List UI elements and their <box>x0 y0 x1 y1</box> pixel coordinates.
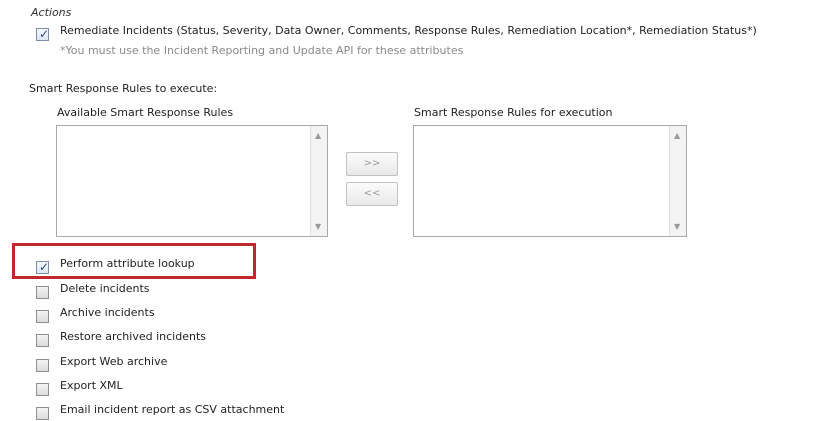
remediate-incidents-note: *You must use the Incident Reporting and… <box>60 44 464 57</box>
restore-archived-incidents-checkbox[interactable] <box>36 334 49 347</box>
restore-archived-incidents-label: Restore archived incidents <box>60 330 206 343</box>
execution-rules-listbox[interactable]: ▲ ▼ <box>413 125 687 237</box>
remove-rule-button[interactable]: << <box>346 182 398 206</box>
email-csv-report-checkbox[interactable] <box>36 407 49 420</box>
perform-attribute-lookup-label: Perform attribute lookup <box>60 257 195 270</box>
export-web-archive-label: Export Web archive <box>60 355 168 368</box>
scroll-down-icon[interactable]: ▼ <box>674 222 680 231</box>
remediate-incidents-checkbox[interactable]: ✓ <box>36 27 50 41</box>
scroll-down-icon[interactable]: ▼ <box>315 222 321 231</box>
delete-incidents-label: Delete incidents <box>60 282 150 295</box>
export-web-archive-checkbox[interactable] <box>36 359 49 372</box>
execution-rules-label: Smart Response Rules for execution <box>414 106 613 119</box>
delete-incidents-checkbox[interactable] <box>36 286 49 299</box>
available-rules-scrollbar[interactable]: ▲ ▼ <box>310 126 327 236</box>
checkmark-icon: ✓ <box>39 260 50 274</box>
add-rule-button[interactable]: >> <box>346 152 398 176</box>
smart-response-heading: Smart Response Rules to execute: <box>29 82 218 95</box>
available-rules-listbox[interactable]: ▲ ▼ <box>56 125 328 237</box>
email-csv-report-label: Email incident report as CSV attachment <box>60 403 285 416</box>
archive-incidents-checkbox[interactable] <box>36 310 49 323</box>
execution-rules-scrollbar[interactable]: ▲ ▼ <box>669 126 686 236</box>
available-rules-label: Available Smart Response Rules <box>57 106 234 119</box>
perform-attribute-lookup-checkbox[interactable]: ✓ <box>36 260 50 274</box>
scroll-up-icon[interactable]: ▲ <box>315 131 321 140</box>
archive-incidents-label: Archive incidents <box>60 306 155 319</box>
actions-title: Actions <box>31 6 72 19</box>
export-xml-label: Export XML <box>60 379 123 392</box>
checkmark-icon: ✓ <box>39 27 50 41</box>
scroll-up-icon[interactable]: ▲ <box>674 131 680 140</box>
export-xml-checkbox[interactable] <box>36 383 49 396</box>
remediate-incidents-label: Remediate Incidents (Status, Severity, D… <box>60 24 757 37</box>
